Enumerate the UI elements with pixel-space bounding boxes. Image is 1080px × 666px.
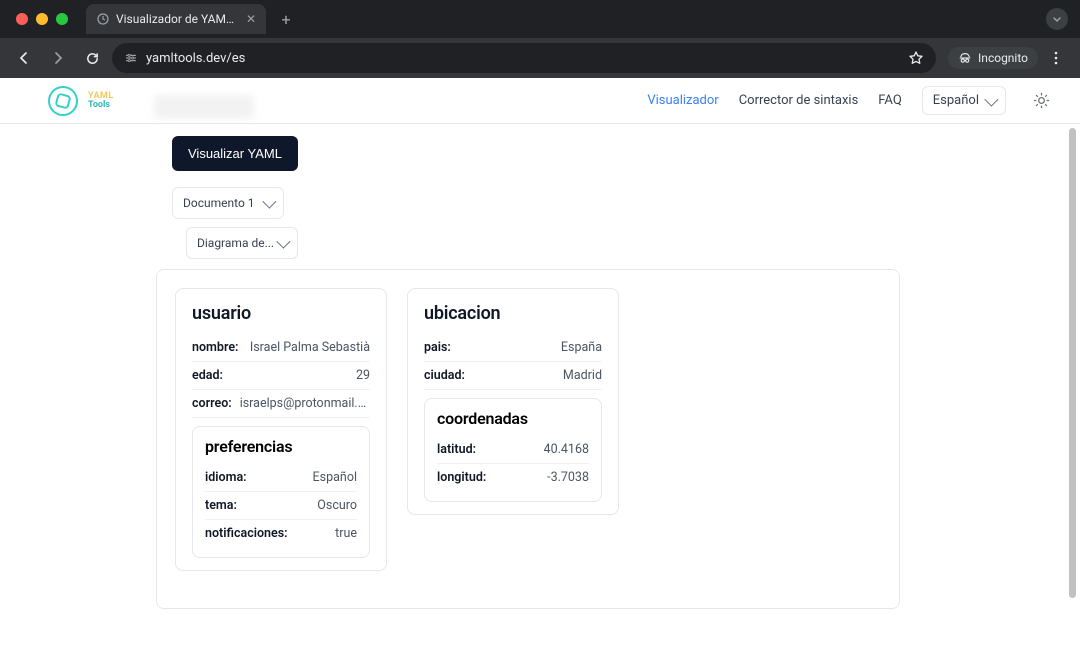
kv-key: idioma:	[205, 470, 247, 485]
new-tab-button[interactable]: +	[274, 7, 298, 31]
forward-button[interactable]	[44, 44, 72, 72]
subcard-preferencias: preferencias idioma: Español tema: Oscur…	[192, 426, 370, 558]
view-type-select[interactable]: Diagrama de...	[186, 227, 298, 259]
vertical-scrollbar[interactable]	[1068, 78, 1078, 666]
kv-key: longitud:	[437, 470, 486, 485]
document-select[interactable]: Documento 1	[172, 187, 284, 219]
brand-logo-icon[interactable]	[48, 86, 78, 116]
site-header: YAML Tools Visualizador Corrector de sin…	[0, 78, 1080, 124]
nav-syntax-checker[interactable]: Corrector de sintaxis	[739, 93, 859, 108]
visualize-button[interactable]: Visualizar YAML	[172, 136, 298, 171]
tab-bar: Visualizador de YAML - Ver y ✕ +	[0, 0, 1080, 38]
reload-button[interactable]	[78, 44, 106, 72]
back-button[interactable]	[10, 44, 38, 72]
kv-row: nombre: Israel Palma Sebastià	[192, 334, 370, 362]
brand-line-2: Tools	[88, 101, 114, 110]
theme-toggle-button[interactable]	[1026, 86, 1056, 116]
browser-tab[interactable]: Visualizador de YAML - Ver y ✕	[86, 4, 266, 34]
subcard-title: preferencias	[205, 437, 357, 456]
kv-value: Israel Palma Sebastià	[250, 340, 370, 355]
kv-value: 40.4168	[544, 442, 589, 457]
page-viewport: YAML Tools Visualizador Corrector de sin…	[0, 78, 1080, 666]
close-window-icon[interactable]	[16, 13, 28, 25]
kv-value: 29	[356, 368, 370, 383]
site-settings-icon[interactable]	[124, 51, 138, 65]
kv-value: -3.7038	[547, 470, 589, 485]
kv-value: israelps@protonmail.com	[240, 396, 370, 411]
fullscreen-window-icon[interactable]	[56, 13, 68, 25]
kv-value: true	[335, 526, 357, 541]
kv-row: pais: España	[424, 334, 602, 362]
url-text: yamltools.dev/es	[146, 51, 245, 66]
kv-value: Español	[313, 470, 357, 485]
kv-row: longitud: -3.7038	[437, 464, 589, 491]
kv-value: España	[561, 340, 602, 355]
browser-chrome: Visualizador de YAML - Ver y ✕ + yamltoo…	[0, 0, 1080, 78]
sun-icon	[1033, 92, 1050, 109]
kv-key: edad:	[192, 368, 223, 383]
blurred-heading-placeholder	[154, 95, 254, 119]
view-type-select-label: Diagrama de...	[197, 236, 274, 250]
nav-faq[interactable]: FAQ	[878, 93, 901, 108]
bookmark-star-icon[interactable]	[908, 50, 924, 66]
kv-key: latitud:	[437, 442, 476, 457]
kv-row: correo: israelps@protonmail.com	[192, 390, 370, 418]
kv-key: nombre:	[192, 340, 238, 355]
chevron-down-icon	[276, 235, 290, 249]
kv-row: tema: Oscuro	[205, 492, 357, 520]
kv-key: pais:	[424, 340, 451, 355]
kv-row: latitud: 40.4168	[437, 436, 589, 464]
window-expand-button[interactable]	[1046, 8, 1068, 30]
minimize-window-icon[interactable]	[36, 13, 48, 25]
window-controls[interactable]	[16, 13, 68, 25]
kv-value: Oscuro	[317, 498, 357, 513]
kv-key: correo:	[192, 396, 232, 411]
card-title: usuario	[192, 303, 370, 324]
card-ubicacion: ubicacion pais: España ciudad: Madrid co…	[407, 288, 619, 515]
kv-key: tema:	[205, 498, 237, 513]
kv-row: ciudad: Madrid	[424, 362, 602, 390]
kv-row: idioma: Español	[205, 464, 357, 492]
browser-toolbar: yamltools.dev/es Incognito	[0, 38, 1080, 78]
subcard-title: coordenadas	[437, 409, 589, 428]
kv-row: notificaciones: true	[205, 520, 357, 547]
scrollbar-thumb[interactable]	[1069, 128, 1076, 598]
kv-key: notificaciones:	[205, 526, 288, 541]
visualization-panel: usuario nombre: Israel Palma Sebastià ed…	[156, 269, 900, 609]
incognito-icon	[958, 51, 972, 65]
nav-visualizer[interactable]: Visualizador	[647, 93, 718, 108]
card-title: ubicacion	[424, 303, 602, 324]
browser-menu-button[interactable]	[1042, 44, 1070, 72]
content-area: Visualizar YAML Documento 1 Diagrama de.…	[0, 124, 1080, 609]
brand-text[interactable]: YAML Tools	[88, 92, 114, 110]
language-select[interactable]: Español	[922, 86, 1006, 115]
kv-row: edad: 29	[192, 362, 370, 390]
kv-key: ciudad:	[424, 368, 465, 383]
chevron-down-icon	[984, 92, 998, 106]
card-usuario: usuario nombre: Israel Palma Sebastià ed…	[175, 288, 387, 571]
main-nav: Visualizador Corrector de sintaxis FAQ E…	[647, 86, 1056, 116]
incognito-indicator[interactable]: Incognito	[948, 47, 1038, 69]
chevron-down-icon	[262, 195, 276, 209]
kv-value: Madrid	[563, 368, 602, 383]
tab-favicon-icon	[96, 12, 110, 26]
address-bar[interactable]: yamltools.dev/es	[112, 43, 936, 73]
tab-close-icon[interactable]: ✕	[246, 12, 256, 26]
subcard-coordenadas: coordenadas latitud: 40.4168 longitud: -…	[424, 398, 602, 502]
document-select-label: Documento 1	[183, 196, 255, 210]
language-select-label: Español	[933, 93, 979, 108]
tab-title: Visualizador de YAML - Ver y	[116, 12, 240, 26]
incognito-label: Incognito	[978, 51, 1028, 65]
